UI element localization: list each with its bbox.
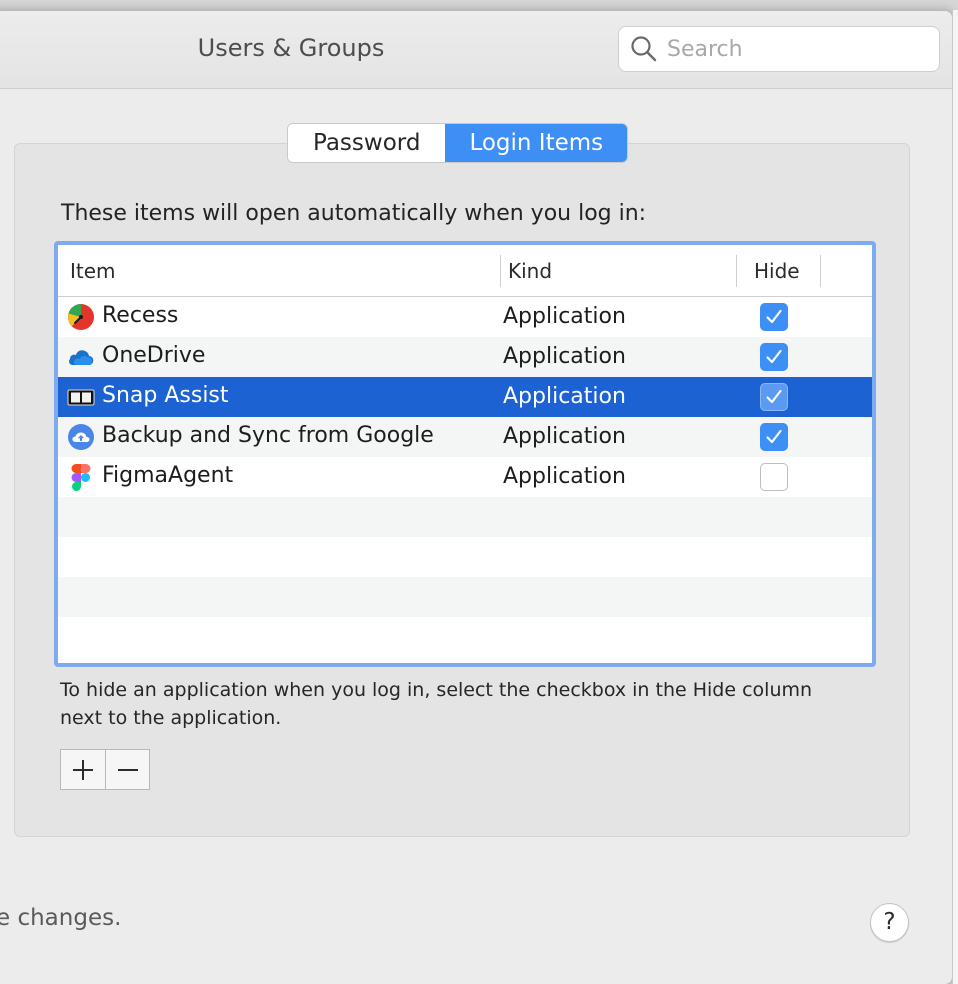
tab-login-items[interactable]: Login Items [445,124,628,162]
magnifier-icon [631,36,657,62]
hide-checkbox[interactable] [760,463,788,491]
row-item-name: Snap Assist [102,383,229,408]
hide-checkbox[interactable] [760,423,788,451]
window-title: Users & Groups [197,34,385,62]
add-item-button[interactable] [61,750,105,789]
table-rows: Recess Application OneDrive Application [58,297,872,657]
checkmark-icon [766,389,782,404]
empty-row [58,537,872,577]
column-header-hide[interactable]: Hide [754,245,800,297]
table-row[interactable]: Backup and Sync from Google Application [58,417,872,457]
row-item-name: OneDrive [102,343,206,368]
search-field[interactable] [618,26,940,72]
row-kind: Application [503,384,626,409]
checkmark-icon [766,429,782,444]
table-row[interactable]: Snap Assist Application [58,377,872,417]
table-row[interactable]: Recess Application [58,297,872,337]
row-kind: Application [503,424,626,449]
hide-checkbox[interactable] [760,343,788,371]
column-divider[interactable] [736,255,737,287]
hide-checkbox[interactable] [760,303,788,331]
table-header: Item Kind Hide [58,245,872,297]
table-row[interactable]: FigmaAgent Application [58,457,872,497]
figma-icon [71,464,91,491]
empty-row [58,497,872,537]
toolbar: Users & Groups [0,11,952,89]
minus-icon [117,768,138,771]
add-remove-control [60,749,150,790]
tab-password[interactable]: Password [288,124,446,162]
row-kind: Application [503,304,626,329]
column-divider[interactable] [500,255,501,287]
google-backup-icon [68,424,94,450]
snap-assist-icon [67,389,95,406]
hide-help-text: To hide an application when you log in, … [60,679,813,729]
column-header-item[interactable]: Item [70,245,116,297]
row-item-name: FigmaAgent [102,463,234,488]
segmented-tabs: Password Login Items [287,123,629,163]
hide-checkbox[interactable] [760,383,788,411]
table-row[interactable]: OneDrive Application [58,337,872,377]
empty-row [58,577,872,617]
row-kind: Application [503,344,626,369]
search-input[interactable] [667,36,927,62]
background-window-edge [952,10,958,984]
help-button[interactable]: ? [870,903,909,942]
empty-row [58,617,872,657]
row-kind: Application [503,464,626,489]
column-header-kind[interactable]: Kind [508,245,552,297]
recess-icon [68,304,94,330]
row-item-name: Backup and Sync from Google [102,423,434,448]
remove-item-button[interactable] [105,750,149,789]
login-items-intro: These items will open automatically when… [61,201,647,226]
column-divider[interactable] [820,255,821,287]
plus-icon [73,759,93,780]
checkmark-icon [766,349,782,364]
row-item-name: Recess [102,303,179,328]
onedrive-icon [69,350,94,365]
lock-changes-text: e changes. [0,905,122,931]
login-items-table[interactable]: Item Kind Hide Recess Application OneDri… [54,241,876,667]
checkmark-icon [766,309,782,324]
